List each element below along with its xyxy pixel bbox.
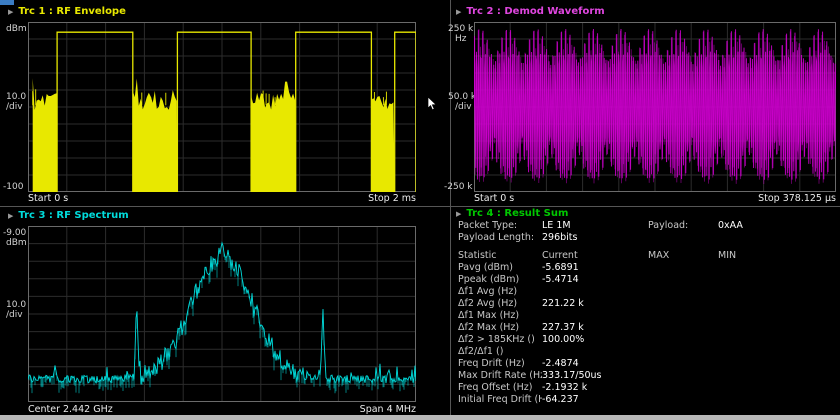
result-row-current [542,286,648,298]
trc1-header[interactable]: ▶ Trc 1 : RF Envelope [8,6,126,17]
payload-value: 0xAA [718,220,836,232]
trc2-x-start-label: Start 0 s [474,193,514,204]
trc3-title: Trc 3 : RF Spectrum [18,210,128,221]
payload-length-label: Payload Length: [458,232,542,244]
result-row-current: -2.4874 [542,358,648,370]
result-row-label: Initial Freq Drift (Hz) [458,394,542,406]
col-statistic: Statistic [458,250,542,262]
trc2-y-unit-label: Hz [455,34,467,44]
trc3-y-div-value: 10.0 [6,300,26,310]
trc2-y-div-value: 50.0 k [448,92,476,102]
packet-type-value: LE 1M [542,220,648,232]
trc2-header[interactable]: ▶ Trc 2 : Demod Waveform [456,6,605,17]
result-row-label: Δf2 Max (Hz) [458,322,542,334]
result-row: Ppeak (dBm) -5.4714 [458,274,836,286]
trc2-y-min-label: -250 k [444,182,473,192]
result-row-label: Ppeak (dBm) [458,274,542,286]
titlebar-fragment [0,0,14,5]
result-row-current [542,310,648,322]
trc1-y-unit-label: dBm [6,24,27,34]
expand-arrow-icon: ▶ [456,209,461,219]
result-row-current: 227.37 k [542,322,648,334]
result-row-current: -5.4714 [542,274,648,286]
col-min: MIN [718,250,836,262]
trc1-y-min-label: -100 [3,182,23,192]
trc3-center-label: Center 2.442 GHz [28,404,113,415]
payload-length-row: Payload Length: 296bits [458,232,836,244]
trc1-x-stop-label: Stop 2 ms [368,193,416,204]
trc1-y-div-value: 10.0 [6,92,26,102]
result-table: Packet Type: LE 1M Payload: 0xAA Payload… [458,220,836,406]
trc3-y-div-unit: /div [6,310,23,320]
trc3-span-label: Span 4 MHz [360,404,416,415]
col-max: MAX [648,250,718,262]
trc2-x-stop-label: Stop 378.125 µs [758,193,836,204]
result-row: Δf2 > 185KHz () 100.00% [458,334,836,346]
result-row-label: Δf2 > 185KHz () [458,334,542,346]
statistic-header-row: Statistic Current MAX MIN [458,250,836,262]
expand-arrow-icon: ▶ [8,7,13,17]
packet-info-row: Packet Type: LE 1M Payload: 0xAA [458,220,836,232]
result-row: Pavg (dBm) -5.6891 [458,262,836,274]
result-row: Δf1 Max (Hz) [458,310,836,322]
result-row-label: Pavg (dBm) [458,262,542,274]
result-row: Δf2 Avg (Hz) 221.22 k [458,298,836,310]
trc2-y-div-unit: /div [455,102,472,112]
trc1-x-axis: Start 0 s Stop 2 ms [28,193,416,204]
result-row-current [542,346,648,358]
result-row-label: Δf1 Max (Hz) [458,310,542,322]
result-row-label: Δf2 Avg (Hz) [458,298,542,310]
payload-label: Payload: [648,220,718,232]
result-row-current: 333.17/50us [542,370,648,382]
result-row-current: -64.237 [542,394,648,406]
result-row-current: -5.6891 [542,262,648,274]
result-row-current: 100.00% [542,334,648,346]
trc2-title: Trc 2 : Demod Waveform [466,6,604,17]
trc4-title: Trc 4 : Result Sum [466,208,568,219]
rf-spectrum-plot[interactable] [28,226,416,402]
trc2-y-max-label: 250 k [448,24,473,34]
result-row-label: Δf2/Δf1 () [458,346,542,358]
result-row-label: Freq Offset (Hz) [458,382,542,394]
trc3-y-unit-label: dBm [6,238,27,248]
payload-length-value: 296bits [542,232,648,244]
trc1-x-start-label: Start 0 s [28,193,68,204]
trc3-ref-level-label: -9.00 [3,228,26,238]
trc1-y-div-unit: /div [6,102,23,112]
result-row: Δf2 Max (Hz) 227.37 k [458,322,836,334]
expand-arrow-icon: ▶ [8,211,13,221]
mouse-cursor-icon [427,96,439,112]
result-row-label: Δf1 Avg (Hz) [458,286,542,298]
col-current: Current [542,250,648,262]
analyzer-screen: ▶ Trc 1 : RF Envelope dBm 10.0 /div -100… [0,0,840,420]
trc3-x-axis: Center 2.442 GHz Span 4 MHz [28,404,416,415]
panel-divider-horizontal [0,206,840,207]
result-row-label: Max Drift Rate (Hz) [458,370,542,382]
result-row: Max Drift Rate (Hz) 333.17/50us [458,370,836,382]
trc2-x-axis: Start 0 s Stop 378.125 µs [474,193,836,204]
result-row-label: Freq Drift (Hz) [458,358,542,370]
result-row: Δf1 Avg (Hz) [458,286,836,298]
result-row-current: -2.1932 k [542,382,648,394]
bottom-status-bar [0,415,840,420]
result-row: Freq Drift (Hz) -2.4874 [458,358,836,370]
packet-type-label: Packet Type: [458,220,542,232]
demod-waveform-plot[interactable] [474,22,836,192]
expand-arrow-icon: ▶ [456,7,461,17]
result-rows: Pavg (dBm) -5.6891 Ppeak (dBm) -5.4714 Δ… [458,262,836,406]
result-row: Freq Offset (Hz) -2.1932 k [458,382,836,394]
trc4-header[interactable]: ▶ Trc 4 : Result Sum [456,208,568,219]
result-row: Initial Freq Drift (Hz) -64.237 [458,394,836,406]
rf-envelope-plot[interactable] [28,22,416,192]
result-row-current: 221.22 k [542,298,648,310]
result-row: Δf2/Δf1 () [458,346,836,358]
panel-divider-vertical [450,0,451,420]
trc1-title: Trc 1 : RF Envelope [18,6,126,17]
trc3-header[interactable]: ▶ Trc 3 : RF Spectrum [8,210,129,221]
